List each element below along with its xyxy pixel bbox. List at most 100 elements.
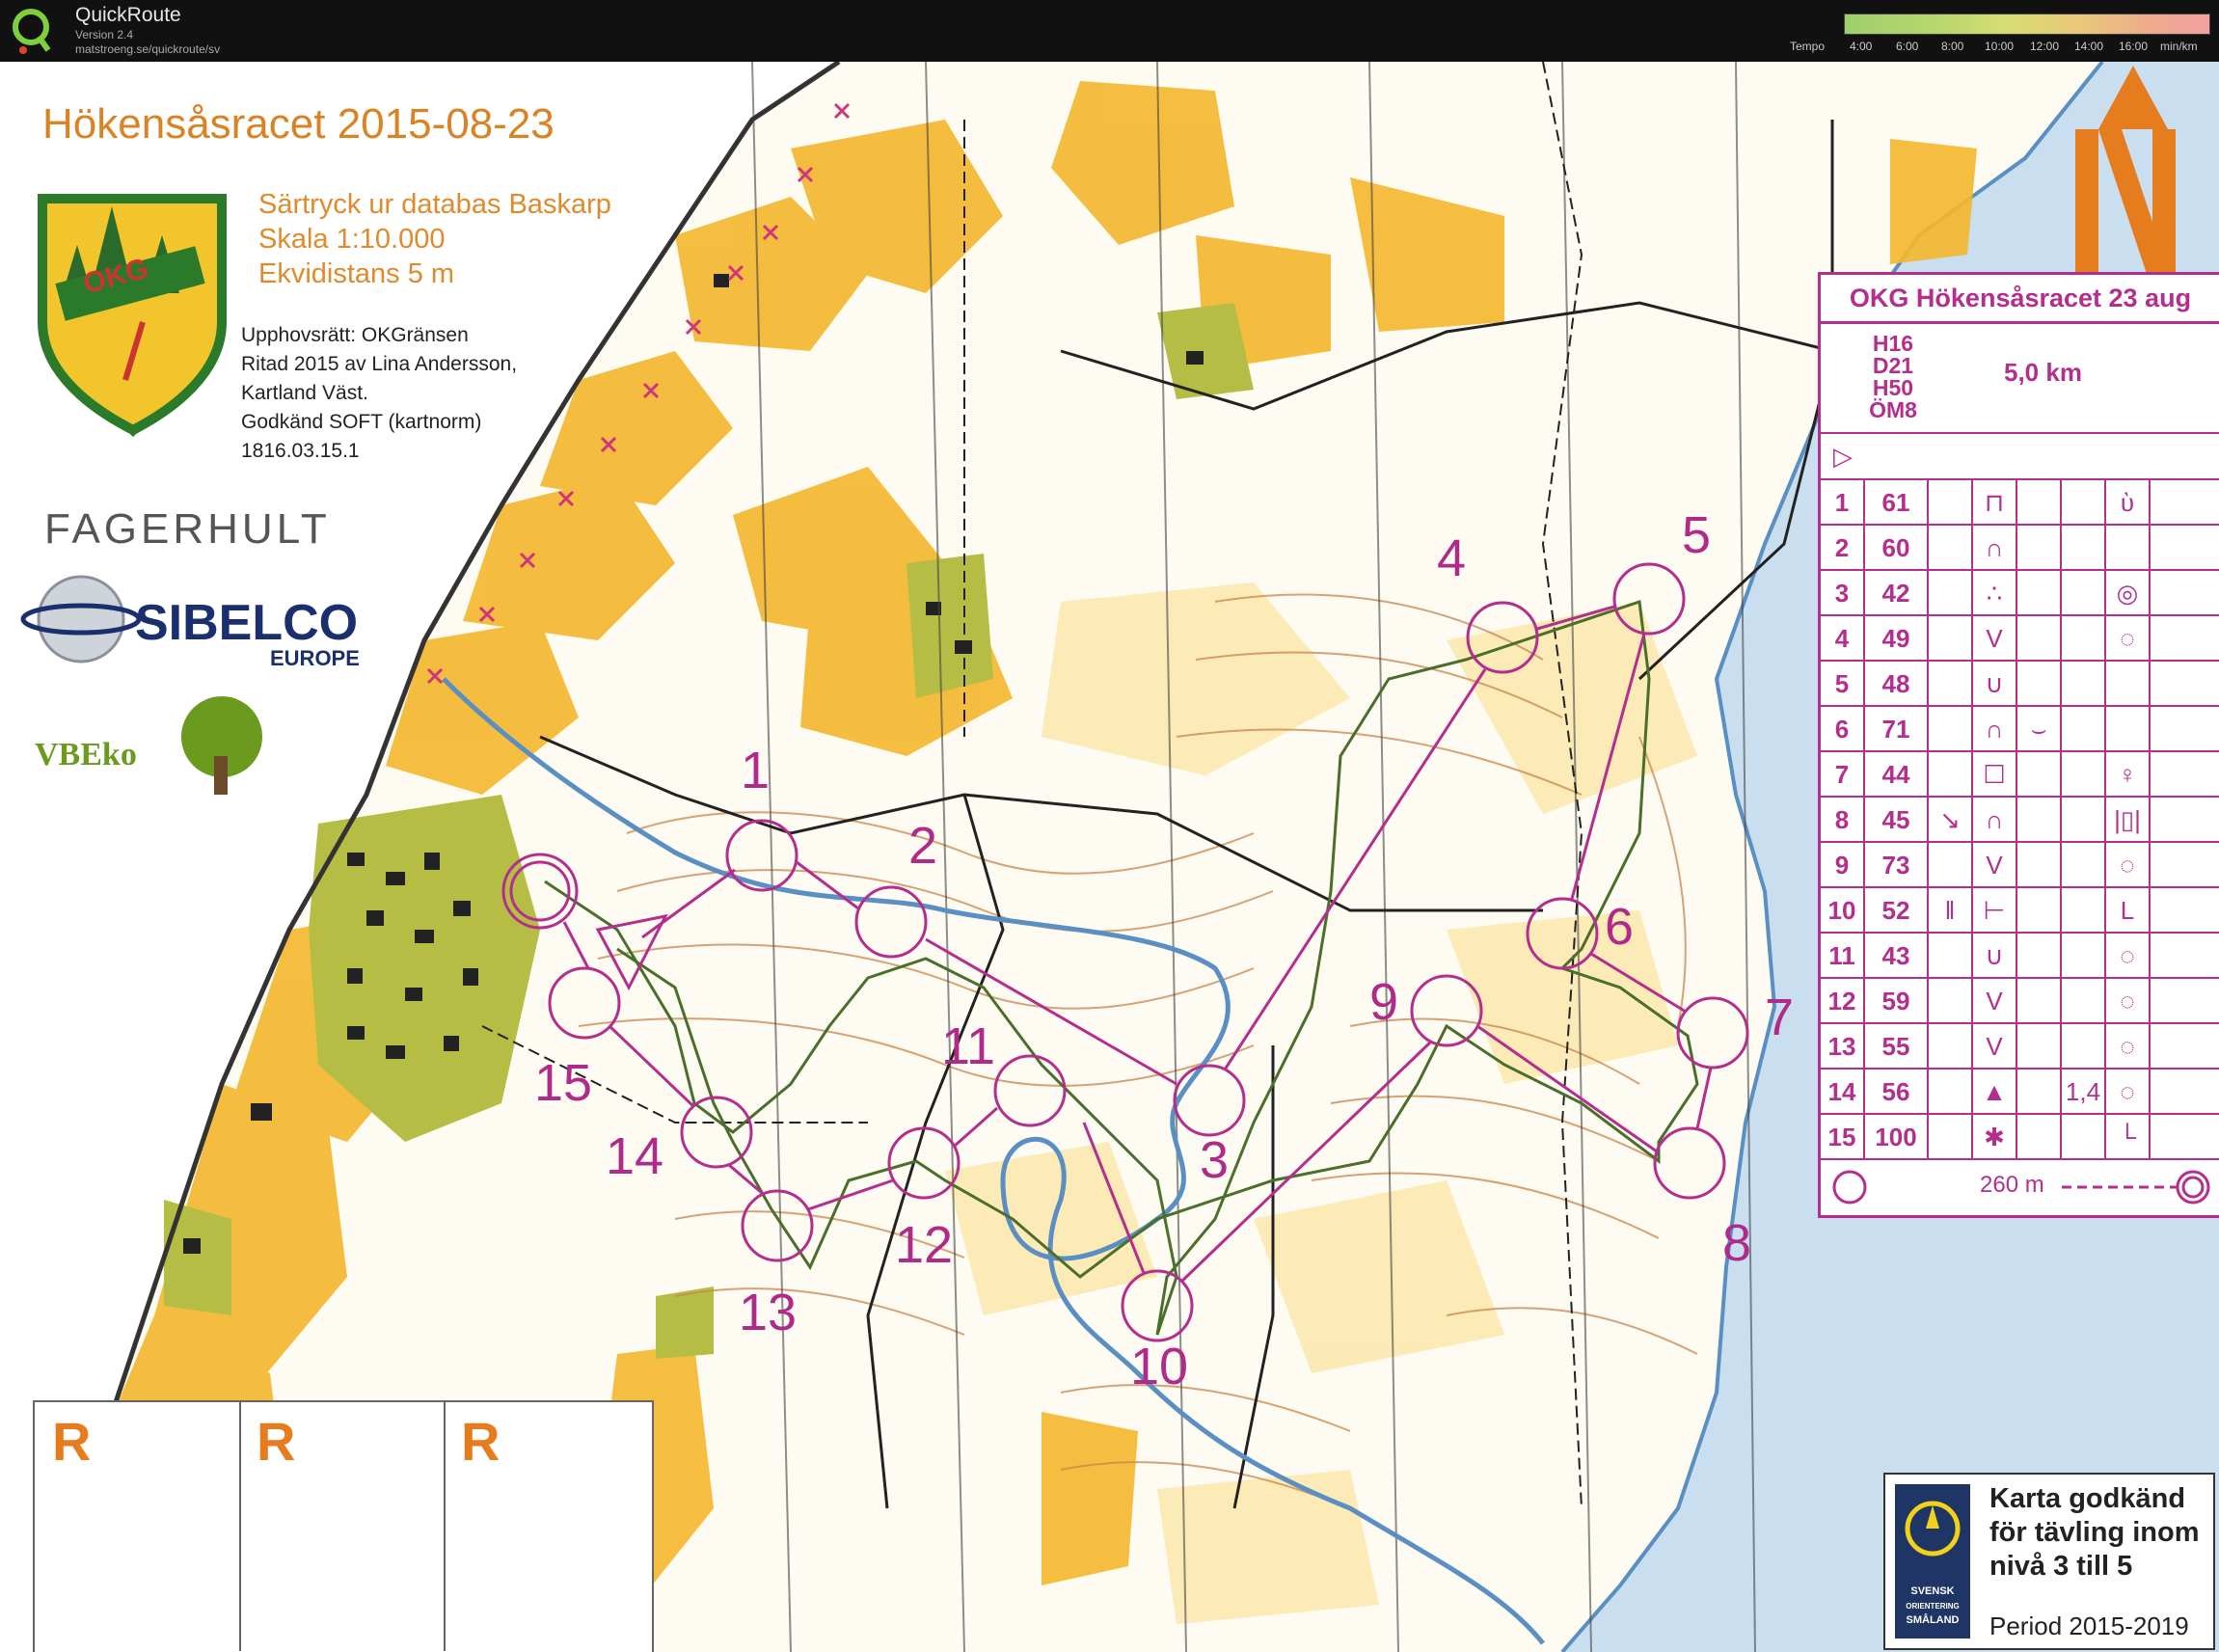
control-symbol (1929, 979, 1973, 1023)
tempo-tick: 6:00 (1896, 40, 1919, 53)
control-symbol (2017, 662, 2062, 706)
control-sequence: 14 (1821, 1070, 1865, 1114)
tempo-tick: 16:00 (2119, 40, 2149, 53)
approval-period: Period 2015-2019 (1989, 1611, 2189, 1640)
description-row: 14 56 ▲ 1,4 ◌ (1821, 1068, 2219, 1114)
control-symbol: V (1973, 616, 2017, 661)
control-symbol (1929, 752, 1973, 797)
control-sequence: 5 (1821, 662, 1865, 706)
description-title: OKG Hökensåsracet 23 aug (1821, 275, 2219, 324)
control-number: 12 (895, 1216, 954, 1274)
control-symbol (2062, 934, 2106, 978)
control-symbol (2017, 979, 2062, 1023)
control-code: 49 (1865, 616, 1929, 661)
control-number: 15 (534, 1054, 593, 1112)
control-symbol (2062, 662, 2106, 706)
control-symbol (2017, 480, 2062, 525)
control-code: 48 (1865, 662, 1929, 706)
control-symbol: ⌣ (2017, 707, 2062, 751)
control-sequence: 3 (1821, 571, 1865, 615)
control-symbol (1929, 1070, 1973, 1114)
control-symbol (2017, 843, 2062, 887)
description-row: 4 49 V ◌ (1821, 614, 2219, 661)
map-credit-line: Godkänd SOFT (kartnorm) (241, 411, 482, 433)
control-symbol (2017, 1070, 2062, 1114)
control-symbol (1929, 1024, 1973, 1069)
control-symbol: ▲ (1973, 1070, 2017, 1114)
control-sequence: 9 (1821, 843, 1865, 887)
punch-label: R (257, 1411, 296, 1472)
control-number: 6 (1605, 898, 1635, 956)
control-symbol (1929, 526, 1973, 570)
control-code: 43 (1865, 934, 1929, 978)
control-symbol: ◌ (2106, 1024, 2151, 1069)
control-code: 55 (1865, 1024, 1929, 1069)
control-symbol: V (1973, 1024, 2017, 1069)
control-symbol (2062, 571, 2106, 615)
approval-box: SVENSK ORIENTERING SMÅLAND Karta godkänd… (1883, 1473, 2215, 1650)
control-symbol (2062, 1024, 2106, 1069)
control-symbol: ◌ (2106, 616, 2151, 661)
app-name: QuickRoute (75, 4, 181, 26)
control-symbol (2062, 888, 2106, 933)
description-row: 7 44 ☐ ♀ (1821, 750, 2219, 797)
description-row: 13 55 V ◌ (1821, 1022, 2219, 1069)
control-symbol (2106, 707, 2151, 751)
control-symbol (2106, 662, 2151, 706)
tempo-tick: 10:00 (1985, 40, 2015, 53)
control-sequence: 8 (1821, 798, 1865, 842)
control-number: 9 (1369, 973, 1399, 1031)
control-symbol: ◌ (2106, 979, 2151, 1023)
sponsor-vbeko: VBEko (35, 737, 137, 772)
control-symbol: ◌ (2106, 934, 2151, 978)
control-symbol (2062, 979, 2106, 1023)
control-symbol (2017, 1115, 2062, 1159)
punch-cell: R (35, 1402, 241, 1651)
control-symbol: ☐ (1973, 752, 2017, 797)
control-symbol (1929, 843, 1973, 887)
control-sequence: 2 (1821, 526, 1865, 570)
control-number: 7 (1765, 988, 1795, 1046)
approval-text: Karta godkänd för tävling inom nivå 3 ti… (1989, 1482, 2200, 1584)
start-triangle-icon: ▷ (1833, 442, 1853, 471)
map-info-line: Ekvidistans 5 m (258, 258, 455, 289)
tempo-tick: 4:00 (1850, 40, 1873, 53)
description-row: 3 42 ∴ ◎ (1821, 569, 2219, 615)
control-symbol (1929, 934, 1973, 978)
control-sequence: 11 (1821, 934, 1865, 978)
control-symbol: ∩ (1973, 526, 2017, 570)
map-info-line: Särtryck ur databas Baskarp (258, 189, 611, 220)
control-sequence: 13 (1821, 1024, 1865, 1069)
control-number: 1 (741, 742, 771, 799)
control-number: 11 (941, 1017, 996, 1075)
orienteering-map[interactable]: Hökensåsracet 2015-08-23 Särtryck ur dat… (0, 62, 2219, 1652)
control-symbol (2017, 571, 2062, 615)
control-symbol (2062, 843, 2106, 887)
control-symbol (2017, 752, 2062, 797)
control-code: 73 (1865, 843, 1929, 887)
tempo-tick: 8:00 (1941, 40, 1964, 53)
description-row: 1 61 ⊓ ὺ (1821, 478, 2219, 525)
description-row: 8 45 ↘ ∩ |▯| (1821, 796, 2219, 842)
control-sequence: 1 (1821, 480, 1865, 525)
logo-line: SMÅLAND (1906, 1614, 1960, 1626)
control-symbol: ∴ (1973, 571, 2017, 615)
app-url[interactable]: matstroeng.se/quickroute/sv (75, 42, 220, 56)
control-sequence: 15 (1821, 1115, 1865, 1159)
finish-row: 260 m (1821, 1158, 2219, 1214)
control-symbol (1929, 616, 1973, 661)
approval-line: Karta godkänd (1989, 1483, 2186, 1514)
control-symbol (2017, 934, 2062, 978)
control-symbol (1929, 480, 1973, 525)
title-bar: QuickRoute Version 2.4 matstroeng.se/qui… (0, 0, 2219, 62)
control-symbol: ♀ (2106, 752, 2151, 797)
control-symbol (1929, 707, 1973, 751)
description-row: 5 48 ∪ (1821, 660, 2219, 706)
control-symbol: ↘ (1929, 798, 1973, 842)
control-number: 2 (908, 817, 938, 875)
control-code: 71 (1865, 707, 1929, 751)
control-number: 8 (1722, 1214, 1752, 1272)
control-symbol: ὺ (2106, 480, 2151, 525)
control-symbol: ⊓ (1973, 480, 2017, 525)
control-symbol (1929, 1115, 1973, 1159)
